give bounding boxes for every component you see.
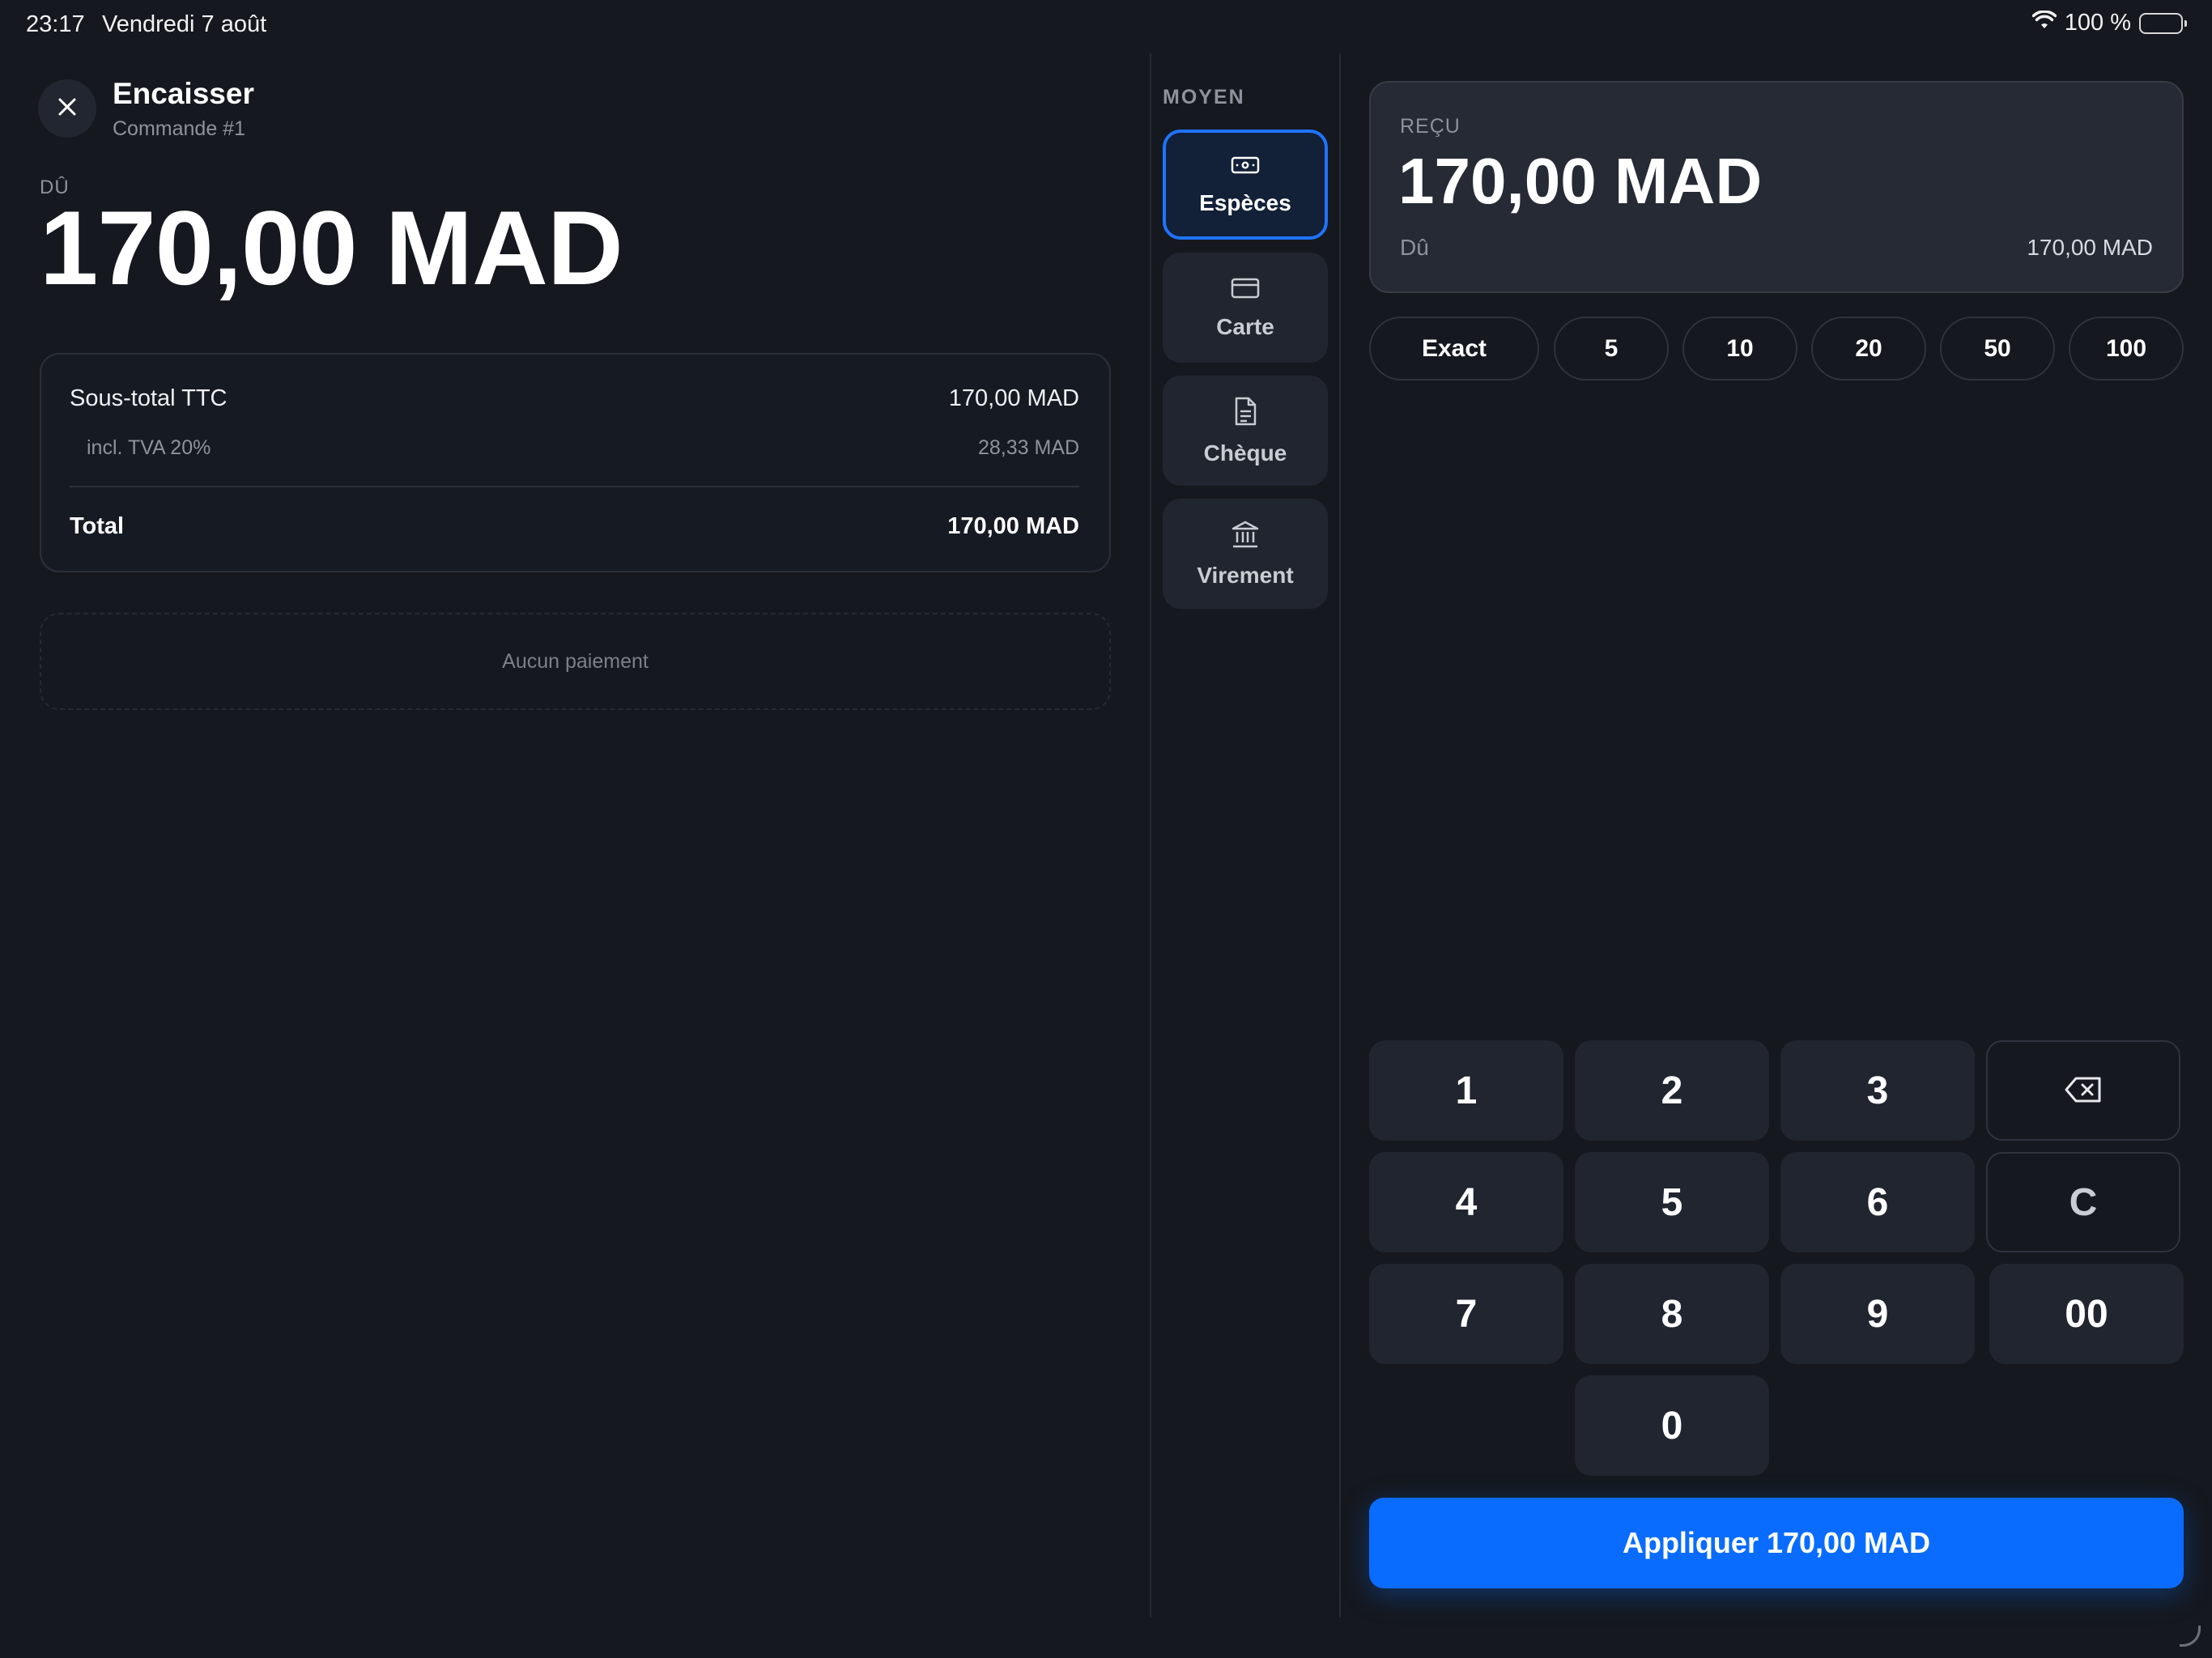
backspace-icon <box>2064 1069 2103 1113</box>
key-5[interactable]: 5 <box>1575 1152 1769 1252</box>
total-row: Total 170,00 MAD <box>70 513 1079 540</box>
quick-amount-10[interactable]: 10 <box>1682 317 1797 380</box>
wifi-icon <box>2031 10 2057 36</box>
method-label-cheque: Chèque <box>1203 440 1287 466</box>
key-2[interactable]: 2 <box>1575 1040 1769 1141</box>
key-0[interactable]: 0 <box>1575 1375 1769 1476</box>
empty-payments: Aucun paiement <box>40 613 1111 710</box>
method-label-especes: Espèces <box>1199 189 1291 215</box>
key-4[interactable]: 4 <box>1369 1152 1563 1252</box>
status-time: 23:17 <box>26 11 85 37</box>
key-7[interactable]: 7 <box>1369 1264 1563 1364</box>
key-3[interactable]: 3 <box>1780 1040 1975 1141</box>
status-date: Vendredi 7 août <box>102 11 267 37</box>
method-label-virement: Virement <box>1197 562 1294 588</box>
quick-amount-exact[interactable]: Exact <box>1369 317 1539 380</box>
method-virement[interactable]: Virement <box>1163 499 1328 609</box>
key-6[interactable]: 6 <box>1780 1152 1975 1252</box>
page-title: Encaisser <box>113 77 254 110</box>
tax-value: 28,33 MAD <box>977 436 1079 459</box>
method-carte[interactable]: Carte <box>1163 253 1328 363</box>
resize-handle <box>2180 1626 2201 1647</box>
subtotal-label: Sous-total TTC <box>70 385 228 411</box>
method-cheque[interactable]: Chèque <box>1163 376 1328 486</box>
summary-card: Sous-total TTC 170,00 MAD incl. TVA 20% … <box>40 353 1111 572</box>
panel-divider-left <box>1150 53 1151 1618</box>
quick-amount-5[interactable]: 5 <box>1554 317 1669 380</box>
document-icon <box>1232 396 1258 431</box>
method-especes[interactable]: Espèces <box>1163 130 1328 240</box>
battery-percent: 100 % <box>2064 10 2131 36</box>
quick-amount-50[interactable]: 50 <box>1940 317 2055 380</box>
order-subtitle: Commande #1 <box>113 117 245 140</box>
received-card: REÇU 170,00 MAD Dû 170,00 MAD <box>1369 81 2184 293</box>
key-8[interactable]: 8 <box>1575 1264 1769 1364</box>
bank-icon <box>1231 520 1260 553</box>
tax-row: incl. TVA 20% 28,33 MAD <box>87 436 1079 460</box>
total-value: 170,00 MAD <box>947 513 1079 539</box>
apply-button[interactable]: Appliquer 170,00 MAD <box>1369 1498 2184 1588</box>
panel-divider-right <box>1339 53 1341 1618</box>
status-right: 100 % <box>2031 10 2187 36</box>
key-9[interactable]: 9 <box>1780 1264 1975 1364</box>
cash-icon <box>1230 154 1261 181</box>
total-label: Total <box>70 513 125 539</box>
close-icon <box>57 96 78 121</box>
received-due-label: Dû <box>1400 235 1429 260</box>
key-00[interactable]: 00 <box>1989 1264 2184 1364</box>
card-icon <box>1230 276 1261 304</box>
quick-amount-20[interactable]: 20 <box>1811 317 1926 380</box>
backspace-key[interactable] <box>1986 1040 2180 1141</box>
method-section-label: MOYEN <box>1163 86 1245 108</box>
subtotal-row: Sous-total TTC 170,00 MAD <box>70 385 1079 412</box>
received-due-value: 170,00 MAD <box>2027 235 2153 260</box>
close-button[interactable] <box>38 79 96 138</box>
quick-amount-100[interactable]: 100 <box>2069 317 2184 380</box>
key-1[interactable]: 1 <box>1369 1040 1563 1141</box>
received-label: REÇU <box>1400 115 1461 138</box>
battery-icon <box>2139 12 2187 34</box>
method-label-carte: Carte <box>1216 313 1274 339</box>
tax-label: incl. TVA 20% <box>87 436 211 459</box>
subtotal-value: 170,00 MAD <box>948 385 1079 411</box>
due-amount: 170,00 MAD <box>40 189 623 307</box>
clear-key[interactable]: C <box>1986 1152 2180 1252</box>
received-amount: 170,00 MAD <box>1398 145 1763 217</box>
summary-divider <box>70 486 1079 487</box>
